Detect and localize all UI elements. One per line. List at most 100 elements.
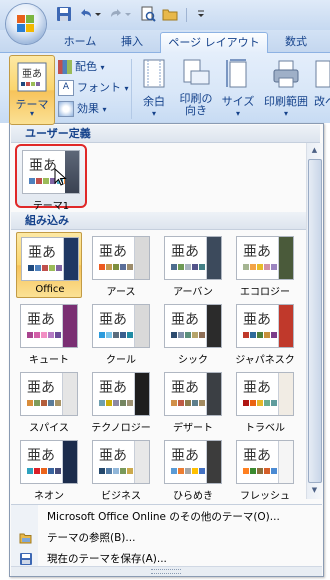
colors-button[interactable]: 配色 ▾	[58, 58, 105, 76]
tab-home[interactable]: ホーム	[58, 32, 102, 52]
builtin-theme-11[interactable]: 亜あ デザート	[160, 368, 226, 434]
themes-button[interactable]: 亜あ テーマ ▾	[9, 55, 55, 125]
theme-sample-text: 亜あ	[99, 448, 127, 464]
print-area-button[interactable]: 印刷範囲 ▾	[258, 55, 314, 118]
resize-grip-icon	[151, 569, 181, 574]
more-themes-online-item[interactable]: Microsoft Office Online のその他のテーマ(O)...	[11, 507, 322, 527]
size-button[interactable]: サイズ ▾	[220, 55, 256, 118]
margins-button[interactable]: 余白 ▾	[136, 55, 172, 118]
ribbon-tabs: ホーム 挿入 ページ レイアウト 数式	[0, 30, 330, 53]
theme-thumbnail: 亜あ	[21, 237, 79, 281]
tab-page-layout[interactable]: ページ レイアウト	[160, 32, 268, 53]
builtin-theme-13[interactable]: 亜あ ネオン	[16, 436, 82, 502]
browse-themes-item[interactable]: テーマの参照(B)...	[11, 528, 322, 548]
chevron-down-icon: ▾	[283, 109, 288, 118]
print-preview-icon[interactable]	[140, 6, 158, 24]
builtin-theme-8[interactable]: 亜あ ジャパネスク	[232, 300, 298, 366]
scroll-up-icon[interactable]: ▲	[307, 143, 322, 158]
theme-sample-text: 亜あ	[171, 448, 199, 464]
breaks-icon	[315, 60, 330, 88]
builtin-theme-4[interactable]: 亜あ エコロジー	[232, 232, 298, 298]
orientation-button[interactable]: 印刷の 向き	[176, 55, 216, 117]
size-label: サイズ	[221, 95, 255, 108]
theme-name: アーバン	[173, 287, 213, 298]
theme-decoration	[62, 441, 77, 483]
theme-thumbnail: 亜あ	[236, 372, 294, 416]
custom-theme-1[interactable]: 亜あ テーマ1	[18, 146, 84, 212]
office-logo-icon	[17, 15, 35, 33]
theme-decoration	[134, 441, 149, 483]
colors-label: 配色	[75, 60, 97, 73]
breaks-label: 改ペ	[314, 95, 330, 108]
builtin-theme-2[interactable]: 亜あ アース	[88, 232, 154, 298]
fonts-button[interactable]: A フォント ▾	[58, 79, 129, 97]
undo-dropdown-icon[interactable]	[94, 6, 102, 24]
theme-decoration	[278, 237, 293, 279]
theme-thumbnail: 亜あ	[20, 304, 78, 348]
scroll-thumb[interactable]	[308, 159, 322, 483]
theme-decoration	[63, 238, 78, 280]
builtin-theme-15[interactable]: 亜あ ひらめき	[160, 436, 226, 502]
builtin-theme-16[interactable]: 亜あ フレッシュ	[232, 436, 298, 502]
ribbon-group-separator	[131, 59, 132, 119]
open-folder-icon[interactable]	[162, 6, 180, 24]
theme-sample-text: 亜あ	[171, 380, 199, 396]
theme-name: シック	[178, 355, 208, 366]
theme-sample-text: 亜あ	[99, 380, 127, 396]
tab-formulas[interactable]: 数式	[276, 32, 316, 52]
theme-name: ビジネス	[101, 491, 141, 502]
builtin-theme-7[interactable]: 亜あ シック	[160, 300, 226, 366]
builtin-theme-6[interactable]: 亜あ クール	[88, 300, 154, 366]
orientation-label-2: 向き	[185, 104, 207, 117]
redo-dropdown-icon[interactable]	[124, 6, 132, 24]
fonts-label: フォント	[77, 81, 121, 94]
theme-name: デザート	[173, 423, 213, 434]
save-icon[interactable]	[56, 6, 74, 24]
theme-name: テーマ1	[32, 201, 70, 212]
builtin-theme-5[interactable]: 亜あ キュート	[16, 300, 82, 366]
effects-label: 効果	[77, 102, 99, 115]
fonts-icon: A	[58, 80, 74, 96]
theme-name: Office	[35, 284, 65, 295]
gallery-scrollbar[interactable]: ▲ ▼	[306, 143, 322, 499]
theme-decoration	[62, 373, 77, 415]
builtin-theme-12[interactable]: 亜あ トラベル	[232, 368, 298, 434]
theme-decoration	[278, 305, 293, 347]
theme-sample-text: 亜あ	[99, 312, 127, 328]
tab-insert[interactable]: 挿入	[112, 32, 152, 52]
theme-decoration	[134, 373, 149, 415]
chevron-down-icon: ▾	[102, 105, 107, 114]
breaks-button[interactable]: 改ペ	[314, 55, 330, 109]
size-icon	[226, 59, 247, 88]
theme-decoration	[206, 373, 221, 415]
printer-icon	[273, 60, 299, 88]
theme-name: フレッシュ	[240, 491, 290, 502]
theme-decoration	[278, 373, 293, 415]
effects-button[interactable]: 効果 ▾	[58, 100, 107, 118]
theme-sample-text: 亜あ	[27, 380, 55, 396]
theme-thumbnail: 亜あ	[236, 236, 294, 280]
menu-item-label: Microsoft Office Online のその他のテーマ(O)...	[47, 511, 280, 523]
customize-qat-icon[interactable]	[196, 6, 206, 24]
builtin-theme-3[interactable]: 亜あ アーバン	[160, 232, 226, 298]
theme-sample-text: 亜あ	[27, 312, 55, 328]
resize-grip[interactable]	[11, 566, 322, 576]
theme-decoration	[62, 305, 77, 347]
builtin-theme-9[interactable]: 亜あ スパイス	[16, 368, 82, 434]
theme-name: テクノロジー	[91, 423, 151, 434]
theme-thumbnail: 亜あ	[164, 304, 222, 348]
theme-decoration	[206, 237, 221, 279]
theme-name: ひらめき	[173, 491, 213, 502]
theme-decoration	[134, 305, 149, 347]
theme-thumbnail: 亜あ	[20, 440, 78, 484]
theme-thumbnail: 亜あ	[22, 150, 80, 194]
qat-separator	[186, 8, 187, 22]
office-button[interactable]	[6, 4, 46, 44]
builtin-theme-14[interactable]: 亜あ ビジネス	[88, 436, 154, 502]
theme-name: ネオン	[34, 491, 64, 502]
builtin-theme-10[interactable]: 亜あテクノロジー	[88, 368, 154, 434]
scroll-down-icon[interactable]: ▼	[307, 483, 322, 498]
builtin-theme-1[interactable]: 亜あ Office	[16, 232, 82, 298]
mouse-cursor-icon	[54, 168, 67, 186]
theme-thumbnail: 亜あ	[92, 440, 150, 484]
